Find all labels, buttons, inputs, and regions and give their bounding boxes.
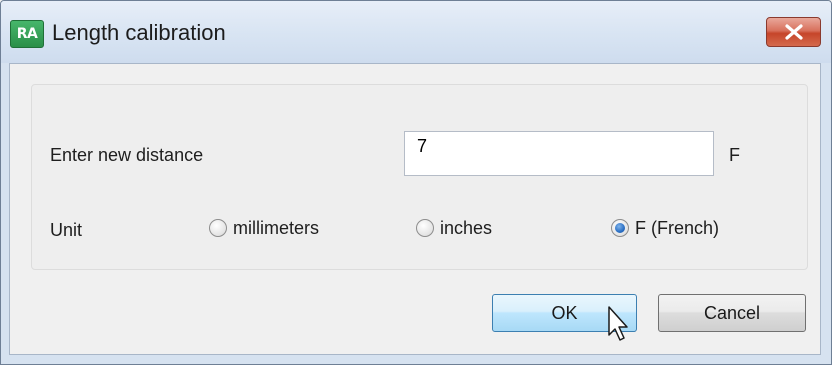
cancel-button[interactable]: Cancel <box>658 294 806 332</box>
window-title: Length calibration <box>52 20 226 45</box>
dialog-body: Enter new distance F Unit millimeters in… <box>9 63 821 355</box>
calibration-group: Enter new distance F Unit millimeters in… <box>31 84 808 270</box>
dialog-window: RA Length calibration Enter new distance… <box>0 0 832 365</box>
app-icon: RA <box>10 20 44 48</box>
close-button[interactable] <box>766 17 821 47</box>
radio-label-millimeters[interactable]: millimeters <box>233 217 319 239</box>
distance-label: Enter new distance <box>50 145 204 165</box>
unit-label: Unit <box>50 220 83 240</box>
radio-selected-dot <box>615 223 625 233</box>
radio-label-french[interactable]: F (French) <box>635 217 719 239</box>
radio-button-inches[interactable] <box>416 219 434 237</box>
radio-button-millimeters[interactable] <box>209 219 227 237</box>
close-icon <box>785 24 803 40</box>
distance-unit-suffix: F <box>729 145 740 165</box>
title-bar[interactable]: RA Length calibration <box>1 1 831 63</box>
mouse-pointer-icon <box>608 306 628 341</box>
radio-button-french[interactable] <box>611 219 629 237</box>
radio-label-inches[interactable]: inches <box>440 217 492 239</box>
distance-input[interactable] <box>404 131 714 176</box>
